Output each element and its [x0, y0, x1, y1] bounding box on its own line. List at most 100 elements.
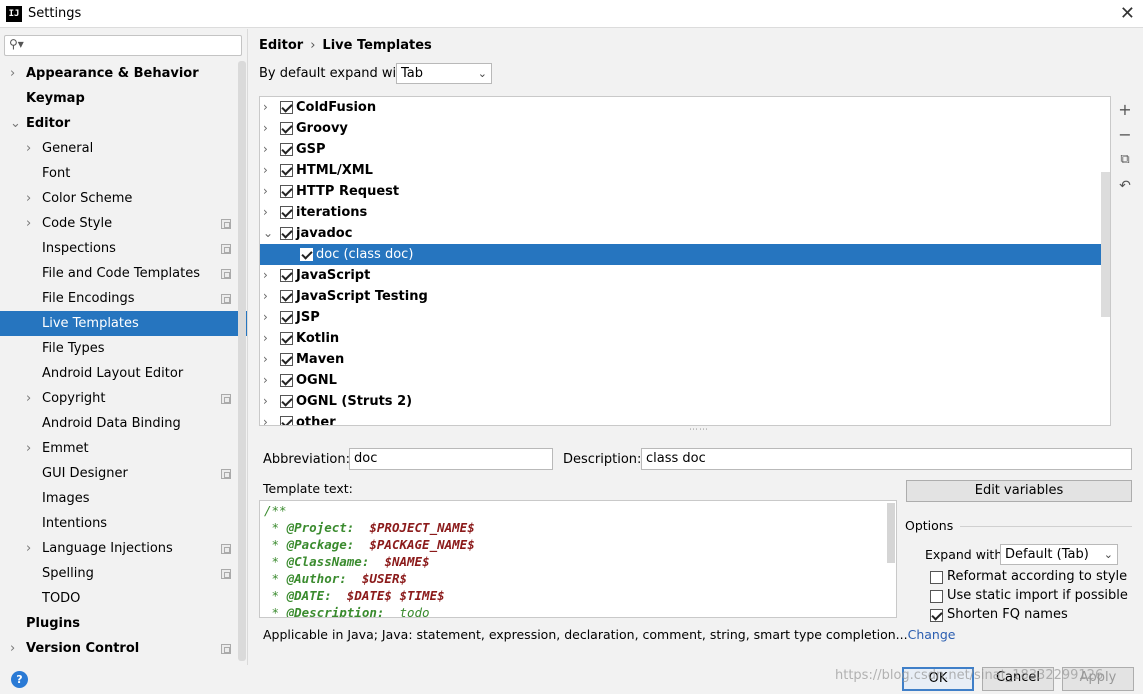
chevron-right-icon[interactable]: ›: [263, 160, 268, 181]
template-group[interactable]: › OGNL: [260, 370, 1110, 391]
chevron-right-icon[interactable]: ›: [263, 265, 268, 286]
sidebar-item-android-data-binding[interactable]: Android Data Binding: [0, 411, 247, 436]
template-checkbox[interactable]: [280, 185, 293, 198]
option-checkbox[interactable]: [930, 571, 943, 584]
remove-icon[interactable]: −: [1115, 125, 1135, 145]
editor-scrollbar[interactable]: [887, 503, 895, 563]
sidebar-item-appearance-behavior[interactable]: › Appearance & Behavior: [0, 61, 247, 86]
chevron-right-icon[interactable]: ›: [263, 349, 268, 370]
chevron-right-icon[interactable]: ›: [26, 386, 31, 411]
sidebar-item-inspections[interactable]: Inspections: [0, 236, 247, 261]
sidebar-item-version-control[interactable]: › Version Control: [0, 636, 247, 661]
template-group[interactable]: › JavaScript: [260, 265, 1110, 286]
sidebar-item-file-types[interactable]: File Types: [0, 336, 247, 361]
sidebar-item-todo[interactable]: TODO: [0, 586, 247, 611]
template-checkbox[interactable]: [280, 374, 293, 387]
chevron-right-icon[interactable]: ›: [26, 211, 31, 236]
template-checkbox[interactable]: [280, 290, 293, 303]
chevron-right-icon[interactable]: ›: [263, 370, 268, 391]
chevron-right-icon[interactable]: ›: [263, 412, 268, 425]
sidebar-item-font[interactable]: Font: [0, 161, 247, 186]
template-checkbox[interactable]: [280, 269, 293, 282]
chevron-right-icon[interactable]: ›: [10, 61, 15, 86]
template-group[interactable]: › JavaScript Testing: [260, 286, 1110, 307]
chevron-right-icon[interactable]: ›: [263, 181, 268, 202]
template-checkbox[interactable]: [280, 101, 293, 114]
chevron-right-icon[interactable]: ›: [263, 307, 268, 328]
template-group[interactable]: › JSP: [260, 307, 1110, 328]
option-checkbox[interactable]: [930, 590, 943, 603]
chevron-right-icon[interactable]: ›: [263, 391, 268, 412]
template-checkbox[interactable]: [280, 332, 293, 345]
template-checkbox[interactable]: [300, 248, 313, 261]
chevron-right-icon[interactable]: ›: [26, 186, 31, 211]
undo-icon[interactable]: ↶: [1115, 176, 1135, 196]
settings-search-input[interactable]: ⚲▾: [4, 35, 242, 56]
copy-icon[interactable]: ⧉: [1115, 150, 1135, 170]
template-checkbox[interactable]: [280, 395, 293, 408]
sidebar-item-gui-designer[interactable]: GUI Designer: [0, 461, 247, 486]
change-context-link[interactable]: Change: [908, 627, 956, 642]
chevron-right-icon[interactable]: ›: [263, 97, 268, 118]
template-group[interactable]: › GSP: [260, 139, 1110, 160]
chevron-right-icon[interactable]: ›: [26, 436, 31, 461]
chevron-right-icon[interactable]: ›: [10, 636, 15, 661]
sidebar-scrollbar[interactable]: [238, 61, 246, 661]
sidebar-item-plugins[interactable]: Plugins: [0, 611, 247, 636]
template-group[interactable]: › Maven: [260, 349, 1110, 370]
chevron-right-icon[interactable]: ›: [26, 536, 31, 561]
sidebar-item-file-encodings[interactable]: File Encodings: [0, 286, 247, 311]
help-icon[interactable]: ?: [11, 671, 28, 688]
template-text-editor[interactable]: /** * @Project: $PROJECT_NAME$ * @Packag…: [259, 500, 897, 618]
sidebar-item-images[interactable]: Images: [0, 486, 247, 511]
sidebar-item-live-templates[interactable]: Live Templates: [0, 311, 247, 336]
edit-variables-button[interactable]: Edit variables: [906, 480, 1132, 502]
default-expand-select[interactable]: Tab ⌄: [396, 63, 492, 84]
template-checkbox[interactable]: [280, 164, 293, 177]
sidebar-item-android-layout-editor[interactable]: Android Layout Editor: [0, 361, 247, 386]
chevron-right-icon[interactable]: ›: [263, 328, 268, 349]
template-checkbox[interactable]: [280, 353, 293, 366]
sidebar-item-code-style[interactable]: › Code Style: [0, 211, 247, 236]
template-group[interactable]: › OGNL (Struts 2): [260, 391, 1110, 412]
description-field[interactable]: class doc: [641, 448, 1132, 470]
template-checkbox[interactable]: [280, 227, 293, 240]
template-group[interactable]: › iterations: [260, 202, 1110, 223]
template-group[interactable]: › ColdFusion: [260, 97, 1110, 118]
chevron-right-icon[interactable]: ›: [263, 286, 268, 307]
template-group[interactable]: › other: [260, 412, 1110, 425]
sidebar-item-general[interactable]: › General: [0, 136, 247, 161]
option-checkbox[interactable]: [930, 609, 943, 622]
template-checkbox[interactable]: [280, 311, 293, 324]
template-group[interactable]: › HTML/XML: [260, 160, 1110, 181]
template-group[interactable]: ⌄ javadoc: [260, 223, 1110, 244]
sidebar-item-copyright[interactable]: › Copyright: [0, 386, 247, 411]
add-icon[interactable]: +: [1115, 100, 1135, 120]
template-checkbox[interactable]: [280, 206, 293, 219]
chevron-down-icon[interactable]: ⌄: [263, 223, 273, 244]
sidebar-item-intentions[interactable]: Intentions: [0, 511, 247, 536]
sidebar-item-editor[interactable]: ⌄ Editor: [0, 111, 247, 136]
chevron-right-icon[interactable]: ›: [263, 118, 268, 139]
template-group[interactable]: › HTTP Request: [260, 181, 1110, 202]
template-group[interactable]: › Kotlin: [260, 328, 1110, 349]
close-icon[interactable]: ✕: [1120, 3, 1135, 24]
chevron-right-icon[interactable]: ›: [263, 202, 268, 223]
chevron-right-icon[interactable]: ›: [263, 139, 268, 160]
sidebar-item-spelling[interactable]: Spelling: [0, 561, 247, 586]
template-group[interactable]: › Groovy: [260, 118, 1110, 139]
template-checkbox[interactable]: [280, 122, 293, 135]
sidebar-item-color-scheme[interactable]: › Color Scheme: [0, 186, 247, 211]
sidebar-item-file-and-code-templates[interactable]: File and Code Templates: [0, 261, 247, 286]
abbreviation-field[interactable]: doc: [349, 448, 553, 470]
template-checkbox[interactable]: [280, 416, 293, 425]
splitter-handle[interactable]: ⋯⋯: [689, 425, 709, 435]
sidebar-item-language-injections[interactable]: › Language Injections: [0, 536, 247, 561]
sidebar-item-emmet[interactable]: › Emmet: [0, 436, 247, 461]
sidebar-item-keymap[interactable]: Keymap: [0, 86, 247, 111]
expand-with-select[interactable]: Default (Tab) ⌄: [1000, 544, 1118, 565]
chevron-right-icon[interactable]: ›: [26, 136, 31, 161]
chevron-down-icon[interactable]: ⌄: [10, 111, 21, 136]
templates-scrollbar[interactable]: [1101, 172, 1110, 317]
template-checkbox[interactable]: [280, 143, 293, 156]
